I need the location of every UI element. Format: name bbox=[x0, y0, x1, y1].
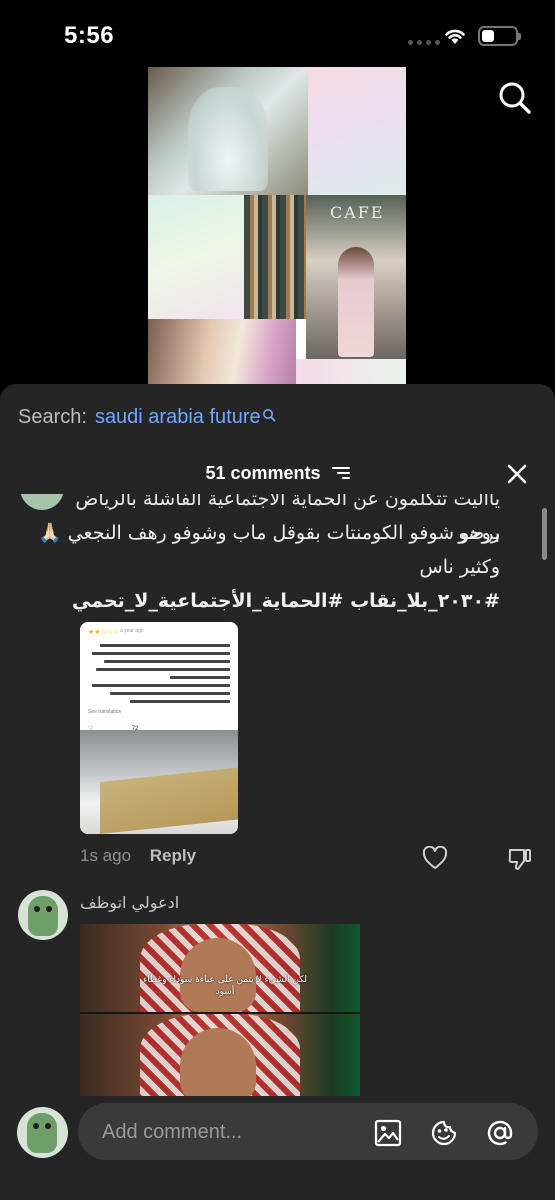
search-query-link[interactable]: saudi arabia future bbox=[95, 406, 261, 429]
avatar[interactable] bbox=[18, 890, 68, 940]
heart-icon[interactable] bbox=[422, 846, 448, 870]
collage-photo-books bbox=[244, 195, 306, 319]
comment-time: 1s ago bbox=[80, 846, 132, 865]
comment-placeholder: Add comment... bbox=[102, 1121, 243, 1143]
building-photo bbox=[80, 730, 238, 834]
mention-icon[interactable] bbox=[486, 1119, 514, 1147]
search-label: Search: bbox=[18, 406, 87, 428]
post-image-collage[interactable]: CAFE bbox=[148, 67, 406, 385]
video-caption: لكن الشيء لا يتمن على عباءة سوداء وغطاء … bbox=[143, 975, 307, 997]
collage-pastel-tile bbox=[308, 67, 406, 195]
status-bar: 5:56 bbox=[0, 0, 555, 70]
comment-text: روحو شوفو الكومنتات بقوقل ماب وشوفو رهف … bbox=[30, 516, 500, 550]
scrollbar[interactable] bbox=[542, 508, 547, 560]
comments-sheet: Search: saudi arabia future 51 comments … bbox=[0, 384, 555, 1200]
video-frame bbox=[80, 1014, 360, 1099]
comment-hashtags[interactable]: #٢٠٣٠_بلا_نقاب #الحماية_الأجتماعية_لا_تح… bbox=[30, 584, 500, 618]
comment-text: وكثير ناس bbox=[419, 556, 500, 578]
search-suggestion[interactable]: Search: saudi arabia future bbox=[18, 406, 276, 429]
review-date: a year ago bbox=[120, 628, 144, 634]
comment-input[interactable]: Add comment... bbox=[78, 1103, 538, 1160]
video-frame bbox=[80, 924, 360, 1012]
collage-photo-flowers bbox=[148, 319, 296, 385]
close-icon[interactable] bbox=[505, 462, 529, 486]
status-time: 5:56 bbox=[64, 22, 115, 49]
collage-photo-dress bbox=[148, 67, 308, 195]
my-avatar[interactable] bbox=[17, 1107, 68, 1158]
comments-list[interactable]: يااليت تتكلمون عن الحماية الاجتماعية الف… bbox=[0, 494, 555, 1099]
rating-stars: ★★☆☆☆ bbox=[88, 629, 120, 636]
comment-text-line: روحو شوفو الكومنتات بقوقل ماب وشوفو رهف … bbox=[67, 522, 500, 544]
comment-attachment-video[interactable]: لكن الشيء لا يتمن على عباءة سوداء وغطاء … bbox=[80, 924, 360, 1099]
pray-emoji: 🙏🏻 bbox=[37, 522, 62, 544]
comment-meta: 1s ago Reply bbox=[80, 846, 196, 866]
comments-header: 51 comments bbox=[0, 462, 555, 486]
collage-photo-cafe: CAFE bbox=[306, 195, 406, 359]
comment-count: 51 comments bbox=[205, 462, 321, 483]
dislike-icon[interactable] bbox=[507, 846, 533, 872]
collage-pastel-tile bbox=[148, 195, 244, 319]
collage-pastel-tile bbox=[296, 359, 406, 385]
see-translation: See translation bbox=[88, 709, 122, 715]
comment-input-bar: Add comment... bbox=[0, 1096, 555, 1200]
emoji-icon[interactable] bbox=[430, 1119, 458, 1147]
signal-icon bbox=[408, 40, 440, 45]
filter-icon[interactable] bbox=[331, 466, 350, 480]
comment-attachment-image[interactable]: ★★☆☆☆ a year ago See translation ♡ 72 bbox=[80, 622, 238, 834]
battery-icon bbox=[478, 26, 521, 46]
reply-button[interactable]: Reply bbox=[150, 846, 196, 865]
wifi-icon bbox=[445, 29, 465, 44]
search-icon[interactable] bbox=[497, 80, 533, 116]
comment-username[interactable]: ادعولي اتوظف bbox=[80, 893, 179, 912]
search-icon bbox=[262, 409, 276, 422]
image-icon[interactable] bbox=[374, 1119, 402, 1147]
